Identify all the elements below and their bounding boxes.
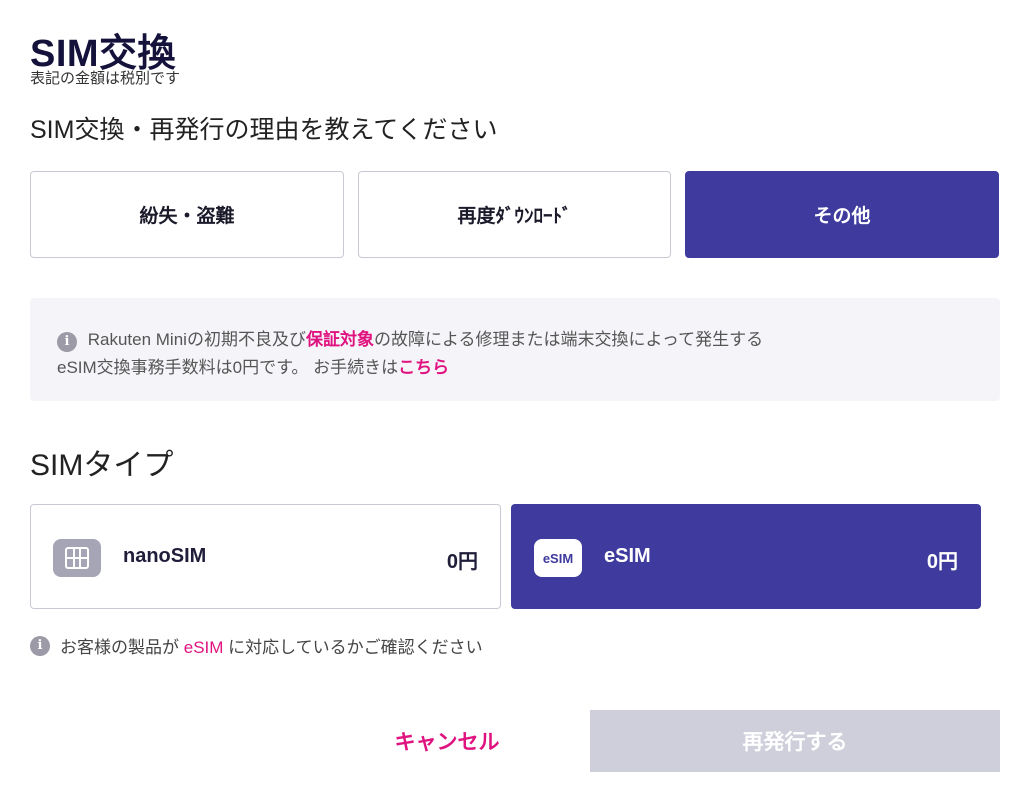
sim-option-nanosim[interactable]: nanoSIM 0円 (30, 504, 501, 609)
reason-option-label: 紛失・盗難 (139, 206, 235, 227)
warranty-link[interactable]: 保証対象 (306, 330, 374, 349)
info-line-1: i Rakuten Miniの初期不良及び保証対象の故障による修理または端末交換… (57, 325, 763, 352)
reason-option-label: 再度ﾀﾞｳﾝﾛｰﾄﾞ (457, 206, 572, 227)
reason-option-label: その他 (813, 206, 871, 227)
cancel-button[interactable]: キャンセル (372, 710, 522, 772)
procedure-link[interactable]: こちら (398, 358, 449, 377)
esim-link[interactable]: eSIM (184, 638, 224, 657)
info-text: eSIM交換事務手数料は0円です。 お手続きは (57, 358, 399, 377)
sim-option-price: 0円 (926, 551, 958, 573)
reason-option-redownload[interactable]: 再度ﾀﾞｳﾝﾛｰﾄﾞ (358, 171, 671, 258)
info-line-2: eSIM交換事務手数料は0円です。 お手続きはこちら (57, 353, 449, 378)
info-icon: i (57, 331, 77, 352)
reason-heading: SIM交換・再発行の理由を教えてください (30, 116, 498, 144)
sim-option-esim[interactable]: eSIM eSIM 0円 (511, 504, 981, 609)
note-text: に対応しているかご確認ください (228, 638, 483, 657)
info-text: の故障による修理または端末交換によって発生する (373, 330, 764, 349)
reason-option-other[interactable]: その他 (685, 171, 999, 258)
reason-option-lost-stolen[interactable]: 紛失・盗難 (30, 171, 344, 258)
esim-icon: eSIM (534, 539, 582, 577)
sim-option-name: eSIM (604, 545, 651, 567)
tax-note: 表記の金額は税別です (30, 70, 181, 87)
note-text: お客様の製品が (60, 638, 179, 657)
sim-option-name: nanoSIM (123, 545, 207, 567)
esim-compat-note: i お客様の製品が eSIM に対応しているかご確認ください (30, 633, 483, 658)
sim-card-icon (53, 539, 101, 577)
info-text: Rakuten Miniの初期不良及び (87, 330, 306, 349)
reissue-button[interactable]: 再発行する (590, 710, 1000, 772)
info-box: i Rakuten Miniの初期不良及び保証対象の故障による修理または端末交換… (30, 298, 1000, 401)
sim-type-heading: SIMタイプ (30, 449, 174, 482)
sim-option-price: 0円 (446, 551, 478, 573)
info-icon: i (30, 635, 50, 656)
